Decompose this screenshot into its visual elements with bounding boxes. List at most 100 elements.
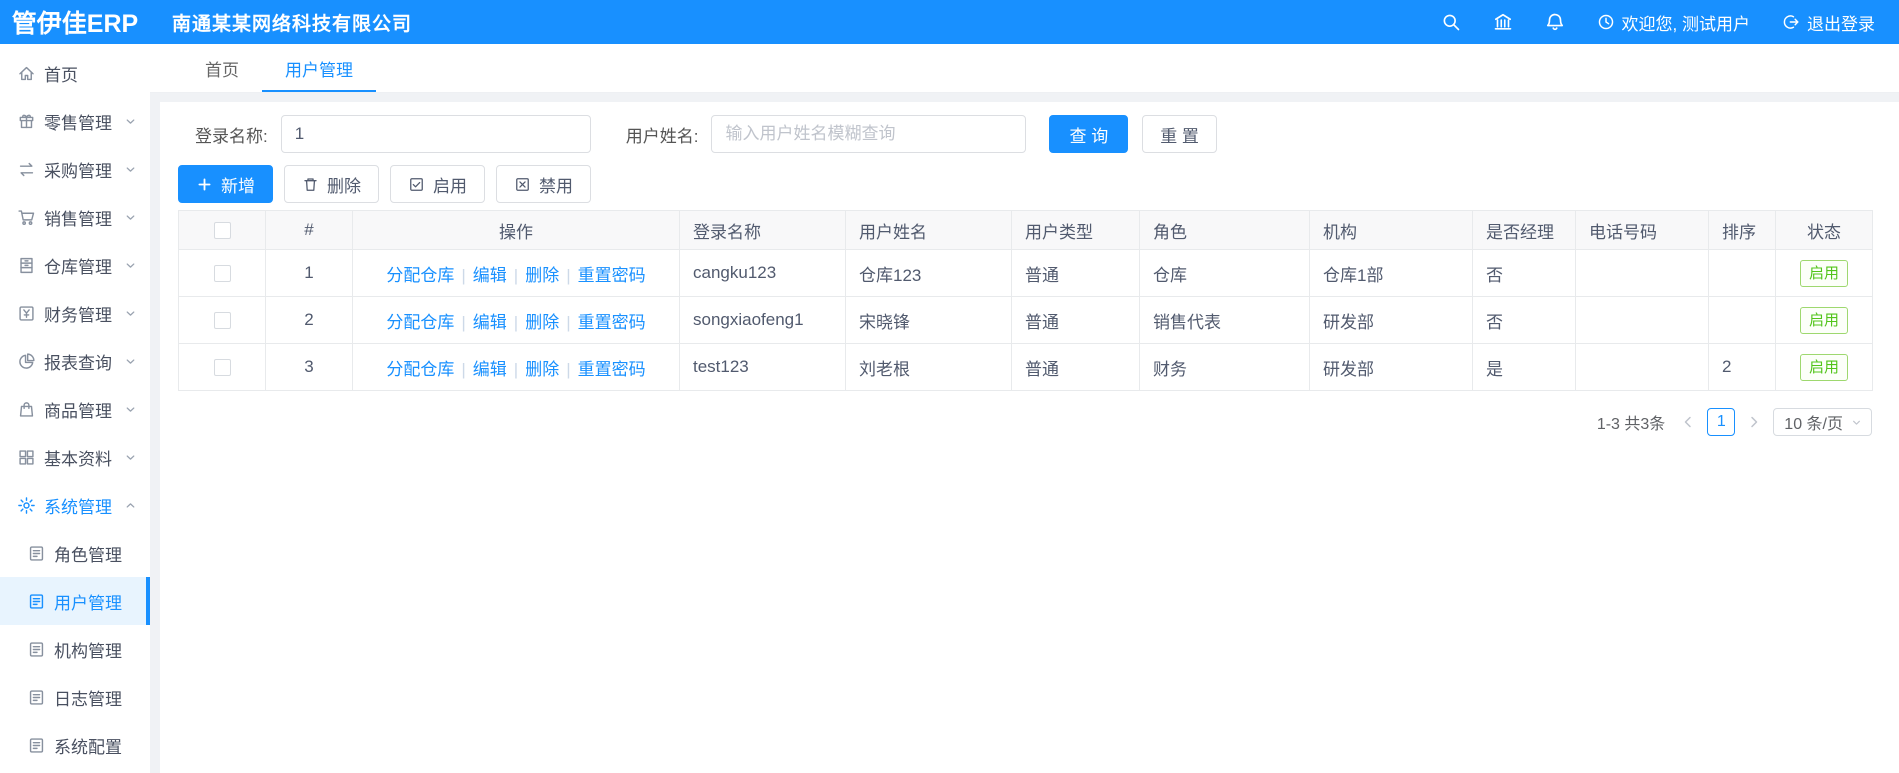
- sidebar-item-product[interactable]: 商品管理: [0, 385, 150, 433]
- chevron-up-icon: [124, 499, 137, 512]
- topbar-actions: 欢迎您, 测试用户 退出登录: [1441, 10, 1899, 35]
- logout-button[interactable]: 退出登录: [1782, 10, 1875, 35]
- doc-icon: [27, 640, 46, 659]
- search-button[interactable]: 查 询: [1049, 115, 1129, 153]
- table-row: 2 分配仓库 | 编辑 | 删除 | 重置密码 songxiaofeng1 宋晓锋 普通 销售代表 研发…: [178, 296, 1873, 344]
- table-row: 3 分配仓库 | 编辑 | 删除 | 重置密码 test123 刘老根 普通 财务 研发部是 2 启用: [178, 343, 1873, 391]
- sidebar-subitem-label: 日志管理: [54, 689, 122, 709]
- sidebar-item-report[interactable]: 报表查询: [0, 337, 150, 385]
- next-page-icon[interactable]: [1746, 414, 1762, 430]
- cell-actions: 分配仓库 | 编辑 | 删除 | 重置密码: [352, 296, 680, 344]
- page-size-select[interactable]: 10 条/页: [1773, 408, 1872, 436]
- status-badge[interactable]: 启用: [1799, 353, 1848, 381]
- row-checkbox[interactable]: [213, 265, 231, 283]
- page-size-value: 10 条/页: [1784, 416, 1843, 433]
- prev-page-icon[interactable]: [1680, 414, 1696, 430]
- column-header: 电话号码: [1575, 210, 1709, 250]
- action-separator: |: [566, 359, 571, 379]
- sidebar-subitem-user[interactable]: 用户管理: [0, 577, 150, 625]
- product-icon: [17, 400, 36, 419]
- delete-button[interactable]: 删除: [284, 165, 379, 203]
- status-badge[interactable]: 启用: [1799, 306, 1848, 334]
- action-link-assign-warehouse[interactable]: 分配仓库: [386, 313, 454, 332]
- tab-home[interactable]: 首页: [182, 44, 262, 92]
- sidebar-subitem-log[interactable]: 日志管理: [0, 673, 150, 721]
- page-number[interactable]: 1: [1707, 408, 1736, 436]
- cell-index: 1: [265, 249, 353, 297]
- sidebar-item-label: 报表查询: [44, 353, 112, 373]
- bank-icon[interactable]: [1493, 12, 1513, 32]
- chevron-down-icon: [124, 115, 137, 128]
- action-separator: |: [513, 359, 519, 379]
- reset-button[interactable]: 重 置: [1142, 115, 1217, 153]
- login-name-input[interactable]: [280, 115, 591, 153]
- action-link-edit[interactable]: 编辑: [473, 313, 507, 332]
- chevron-down-icon: [124, 307, 137, 320]
- cell-actions: 分配仓库 | 编辑 | 删除 | 重置密码: [352, 249, 680, 297]
- sidebar-item-basic-data[interactable]: 基本资料: [0, 433, 150, 481]
- cell-status: 启用: [1775, 249, 1873, 297]
- sidebar-item-warehouse[interactable]: 仓库管理: [0, 241, 150, 289]
- cell-manager: 是: [1472, 343, 1576, 391]
- basic-data-icon: [17, 448, 36, 467]
- action-link-delete[interactable]: 删除: [525, 360, 559, 379]
- sidebar-item-purchase[interactable]: 采购管理: [0, 145, 150, 193]
- cell-checkbox: [178, 249, 266, 297]
- action-link-assign-warehouse[interactable]: 分配仓库: [386, 266, 454, 285]
- cell-status: 启用: [1775, 296, 1873, 344]
- add-button-label: 新增: [221, 176, 255, 196]
- tab-user-management[interactable]: 用户管理: [262, 44, 376, 92]
- row-checkbox[interactable]: [213, 359, 231, 377]
- sidebar-subitem-org[interactable]: 机构管理: [0, 625, 150, 673]
- sidebar-item-label: 零售管理: [44, 113, 112, 133]
- action-link-edit[interactable]: 编辑: [473, 360, 507, 379]
- delete-button-label: 删除: [327, 176, 361, 196]
- plus-icon: [196, 176, 213, 193]
- cell-actions: 分配仓库 | 编辑 | 删除 | 重置密码: [352, 343, 680, 391]
- sidebar-item-sales[interactable]: 销售管理: [0, 193, 150, 241]
- action-link-delete[interactable]: 删除: [525, 313, 559, 332]
- content-panel: 登录名称: 用户姓名: 查 询 重 置 新增 删除: [160, 102, 1899, 773]
- add-button[interactable]: 新增: [178, 165, 273, 203]
- action-link-edit[interactable]: 编辑: [473, 266, 507, 285]
- sidebar-item-label: 销售管理: [44, 209, 112, 229]
- user-name-input[interactable]: [711, 115, 1027, 153]
- column-header: 用户类型: [1011, 210, 1140, 250]
- enable-button[interactable]: 启用: [390, 165, 485, 203]
- action-link-reset-password[interactable]: 重置密码: [578, 266, 646, 285]
- sidebar-item-finance[interactable]: 财务管理: [0, 289, 150, 337]
- action-link-assign-warehouse[interactable]: 分配仓库: [386, 360, 454, 379]
- cell-sort: [1708, 249, 1776, 297]
- action-link-delete[interactable]: 删除: [525, 266, 559, 285]
- sidebar-subitem-config[interactable]: 系统配置: [0, 721, 150, 769]
- sidebar-item-home[interactable]: 首页: [0, 49, 150, 97]
- table-row: 1 分配仓库 | 编辑 | 删除 | 重置密码 cangku123 仓库123 普通 仓库 仓库1部否 启…: [178, 249, 1873, 297]
- app-root: 管伊佳ERP 南通某某网络科技有限公司 欢迎您, 测试用户 退出登录 首页 零售…: [0, 0, 1899, 773]
- cell-sort: 2: [1708, 343, 1776, 391]
- welcome-user[interactable]: 欢迎您, 测试用户: [1597, 10, 1750, 35]
- sidebar-item-system[interactable]: 系统管理: [0, 481, 150, 529]
- column-header: 角色: [1139, 210, 1310, 250]
- pagination-total: 1-3 共3条: [1596, 416, 1666, 433]
- select-all-checkbox[interactable]: [213, 222, 231, 240]
- cell-login-name: songxiaofeng1: [679, 296, 846, 344]
- app-logo[interactable]: 管伊佳ERP: [0, 4, 150, 40]
- sidebar-item-retail[interactable]: 零售管理: [0, 97, 150, 145]
- pagination: 1-3 共3条 1 10 条/页: [178, 408, 1872, 436]
- action-separator: |: [566, 312, 571, 332]
- action-link-reset-password[interactable]: 重置密码: [578, 313, 646, 332]
- bell-icon[interactable]: [1545, 12, 1565, 32]
- status-badge[interactable]: 启用: [1799, 259, 1848, 287]
- disable-button[interactable]: 禁用: [496, 165, 591, 203]
- row-checkbox[interactable]: [213, 312, 231, 330]
- cell-index: 2: [265, 296, 353, 344]
- action-link-reset-password[interactable]: 重置密码: [578, 360, 646, 379]
- search-icon[interactable]: [1441, 12, 1461, 32]
- sidebar-item-label: 财务管理: [44, 305, 112, 325]
- column-header: 排序: [1708, 210, 1776, 250]
- sidebar-item-label: 仓库管理: [44, 257, 112, 277]
- sidebar-subitem-role[interactable]: 角色管理: [0, 529, 150, 577]
- login-name-label: 登录名称:: [195, 126, 268, 146]
- sidebar-subitem-label: 用户管理: [54, 593, 122, 613]
- sidebar-subitem-label: 系统配置: [54, 737, 122, 757]
